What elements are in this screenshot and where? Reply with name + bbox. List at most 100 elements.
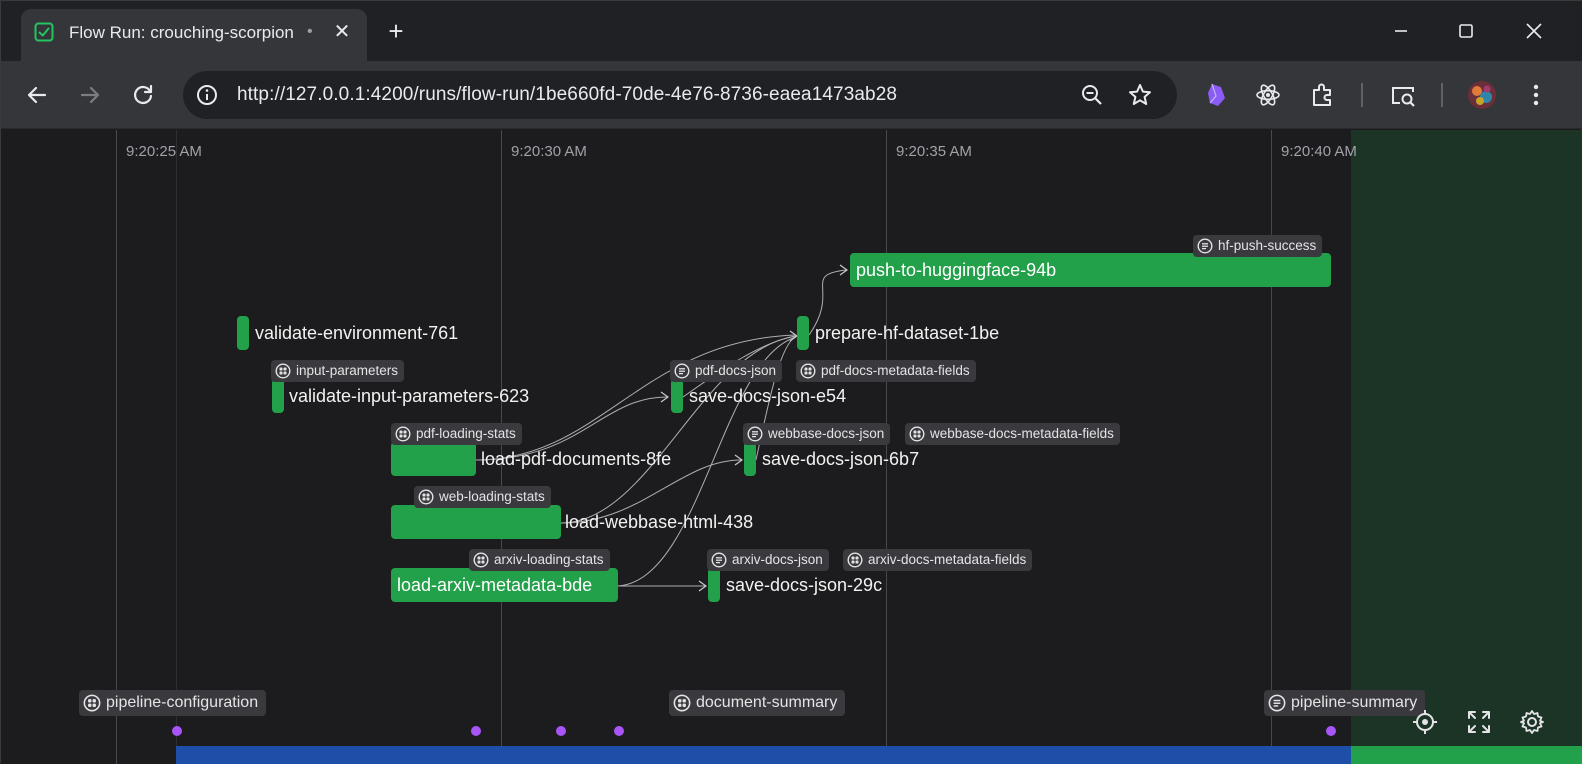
minimize-button[interactable] [1381, 15, 1421, 47]
artifact-label: pipeline-configuration [106, 694, 259, 711]
artifact-pdf-docs-json[interactable]: pdf-docs-json [670, 360, 783, 382]
obsidian-extension-icon[interactable] [1200, 79, 1232, 111]
table-icon [418, 489, 434, 505]
artifact-label: arxiv-loading-stats [494, 552, 604, 567]
site-info-icon[interactable] [195, 83, 219, 107]
artifact-pdf-loading-stats[interactable]: pdf-loading-stats [391, 423, 522, 445]
toolbar-divider [1361, 83, 1363, 107]
task-run-save-docs-json-29c[interactable] [708, 568, 720, 602]
zoom-icon[interactable] [1079, 82, 1105, 108]
task-run-label: load-webbase-html-438 [565, 512, 754, 532]
tab-title-fade: • [307, 23, 313, 40]
task-run-load-arxiv-metadata[interactable]: load-arxiv-metadata-bde [391, 568, 618, 602]
tab-title: Flow Run: crouching-scorpion [69, 23, 294, 42]
event-marker[interactable] [172, 726, 182, 736]
table-icon [673, 694, 691, 712]
fullscreen-icon[interactable] [1465, 708, 1493, 736]
artifact-pipeline-configuration[interactable]: pipeline-configuration [79, 690, 267, 716]
url-text[interactable]: http://127.0.0.1:4200/runs/flow-run/1be6… [237, 84, 897, 106]
event-marker[interactable] [1326, 726, 1336, 736]
task-run-label: save-docs-json-29c [726, 575, 883, 595]
markdown-icon [674, 363, 690, 379]
browser-window: Flow Run: crouching-scorpion • ✕ + http:… [0, 0, 1582, 764]
artifact-pdf-docs-metadata-fields[interactable]: pdf-docs-metadata-fields [796, 360, 976, 382]
artifact-label: arxiv-docs-metadata-fields [868, 552, 1027, 567]
artifact-label: webbase-docs-metadata-fields [930, 426, 1114, 441]
task-run-label: save-docs-json-6b7 [762, 449, 920, 469]
artifact-pipeline-summary[interactable]: pipeline-summary [1264, 690, 1426, 716]
artifact-hf-push-success[interactable]: hf-push-success [1193, 235, 1323, 257]
task-run-label: validate-input-parameters-623 [289, 386, 530, 406]
artifact-arxiv-docs-metadata-fields[interactable]: arxiv-docs-metadata-fields [843, 549, 1033, 571]
toolbar-divider [1441, 83, 1443, 107]
reload-icon[interactable] [127, 79, 159, 111]
timeline-progress-bar-future [1351, 746, 1582, 764]
close-tab-button[interactable]: ✕ [329, 19, 355, 45]
table-icon [275, 363, 291, 379]
table-icon [395, 426, 411, 442]
artifact-document-summary[interactable]: document-summary [669, 690, 846, 716]
forward-icon[interactable] [74, 79, 106, 111]
back-icon[interactable] [21, 79, 53, 111]
address-bar[interactable]: http://127.0.0.1:4200/runs/flow-run/1be6… [183, 71, 1177, 119]
artifact-label: pdf-docs-metadata-fields [821, 363, 970, 378]
settings-icon[interactable] [1518, 708, 1546, 736]
task-run-label: load-pdf-documents-8fe [481, 449, 672, 469]
maximize-icon [1459, 24, 1473, 38]
task-run-label: save-docs-json-e54 [689, 386, 847, 406]
maximize-button[interactable] [1446, 15, 1486, 47]
task-run-label: validate-environment-761 [255, 323, 459, 343]
task-run-validate-input-parameters[interactable] [272, 379, 284, 413]
tab-strip: Flow Run: crouching-scorpion • ✕ + [1, 1, 1582, 61]
profile-avatar[interactable] [1466, 79, 1498, 111]
artifact-label: pdf-loading-stats [416, 426, 516, 441]
minimize-icon [1395, 30, 1407, 32]
task-run-label: prepare-hf-dataset-1be [815, 323, 1000, 343]
react-extension-icon[interactable] [1252, 79, 1284, 111]
artifact-label: input-parameters [296, 363, 399, 378]
artifact-label: arxiv-docs-json [732, 552, 823, 567]
artifact-web-loading-stats[interactable]: web-loading-stats [414, 486, 551, 508]
artifact-webbase-docs-metadata-fields[interactable]: webbase-docs-metadata-fields [905, 423, 1120, 445]
bookmark-star-icon[interactable] [1127, 82, 1153, 108]
table-icon [909, 426, 925, 442]
event-marker[interactable] [556, 726, 566, 736]
event-marker[interactable] [614, 726, 624, 736]
task-run-label: push-to-huggingface-94b [856, 260, 1057, 280]
task-run-load-webbase-html[interactable] [391, 505, 561, 539]
table-icon [800, 363, 816, 379]
menu-icon[interactable] [1520, 79, 1552, 111]
markdown-icon [747, 426, 763, 442]
artifact-label: webbase-docs-json [768, 426, 885, 441]
task-run-prepare-hf-dataset[interactable] [797, 316, 809, 350]
extensions-icon[interactable] [1307, 79, 1339, 111]
task-run-push-to-huggingface[interactable]: push-to-huggingface-94b [850, 253, 1331, 287]
flow-run-timeline[interactable]: 9:20:25 AM 9:20:30 AM 9:20:35 AM 9:20:40… [1, 130, 1582, 764]
task-run-validate-environment[interactable] [237, 316, 249, 350]
artifact-webbase-docs-json[interactable]: webbase-docs-json [743, 423, 891, 445]
task-run-save-docs-json-6b7[interactable] [744, 442, 756, 476]
artifact-label: document-summary [696, 694, 838, 711]
task-run-load-pdf-documents[interactable] [391, 442, 476, 476]
task-run-save-docs-json-e54[interactable] [671, 379, 683, 413]
markdown-icon [1268, 694, 1286, 712]
browser-toolbar: http://127.0.0.1:4200/runs/flow-run/1be6… [1, 61, 1582, 129]
close-window-button[interactable] [1514, 15, 1554, 47]
media-search-icon[interactable] [1387, 79, 1419, 111]
table-icon [473, 552, 489, 568]
artifact-arxiv-loading-stats[interactable]: arxiv-loading-stats [469, 549, 610, 571]
artifact-arxiv-docs-json[interactable]: arxiv-docs-json [707, 549, 829, 571]
tab-flow-run[interactable]: Flow Run: crouching-scorpion • ✕ [21, 9, 367, 61]
recenter-icon[interactable] [1411, 708, 1439, 736]
timeline-progress-bar [176, 746, 1351, 764]
checkbox-icon [34, 22, 54, 42]
new-tab-button[interactable]: + [382, 17, 410, 45]
artifact-label: web-loading-stats [439, 489, 545, 504]
task-run-label: load-arxiv-metadata-bde [397, 575, 593, 595]
table-icon [847, 552, 863, 568]
event-marker[interactable] [471, 726, 481, 736]
artifact-label: pipeline-summary [1291, 694, 1418, 711]
artifact-input-parameters[interactable]: input-parameters [271, 360, 405, 382]
markdown-icon [711, 552, 727, 568]
artifact-label: hf-push-success [1218, 238, 1317, 253]
